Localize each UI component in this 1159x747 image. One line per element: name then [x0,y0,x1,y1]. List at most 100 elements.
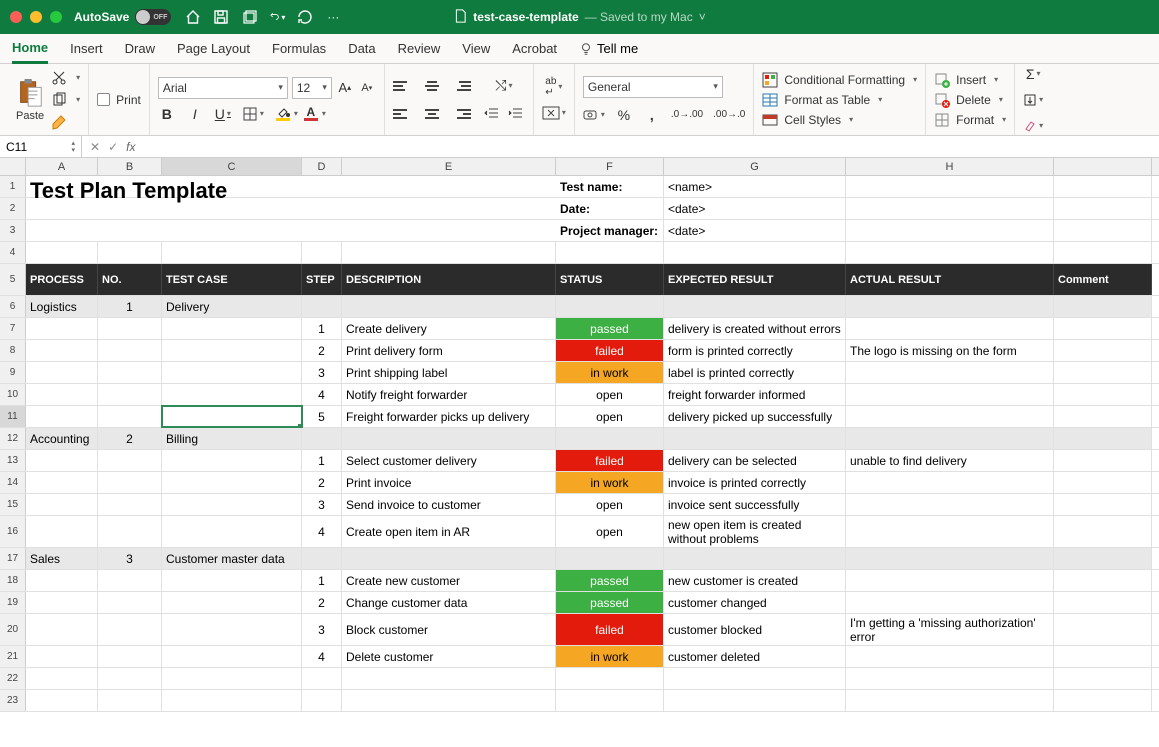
cell[interactable] [98,516,162,547]
row-4[interactable]: 4 [0,242,26,263]
save-icon[interactable] [213,9,229,25]
testcase-cell[interactable]: Delivery [162,296,302,317]
align-left-icon[interactable] [393,103,415,125]
format-as-table-button[interactable]: Format as Table▾ [762,92,917,108]
comment-cell[interactable] [1054,614,1152,645]
cell[interactable] [26,220,98,241]
cell[interactable] [846,428,1054,449]
cell[interactable] [846,548,1054,569]
cell[interactable] [846,690,1054,711]
cell[interactable] [302,668,342,689]
actual-cell[interactable] [846,384,1054,405]
cell[interactable] [556,242,664,263]
cell[interactable] [162,220,302,241]
minimize-window[interactable] [30,11,42,23]
cell[interactable]: Test name: [556,176,664,197]
cell[interactable] [98,614,162,645]
description-cell[interactable]: Delete customer [342,646,556,667]
actual-cell[interactable] [846,318,1054,339]
cell[interactable] [98,592,162,613]
cell[interactable]: Date: [556,198,664,219]
expected-cell[interactable]: new open item is created without problem… [664,516,846,547]
sheet-title[interactable]: Test Plan Template [30,178,227,204]
cell[interactable] [162,570,302,591]
actual-cell[interactable]: unable to find delivery [846,450,1054,471]
tab-insert[interactable]: Insert [70,35,103,62]
cell[interactable] [1054,220,1152,241]
cell[interactable] [664,428,846,449]
col-B[interactable]: B [98,158,162,175]
status-cell[interactable]: passed [556,592,664,613]
cell[interactable] [342,548,556,569]
cell[interactable] [26,384,98,405]
row-3[interactable]: 3 [0,220,26,241]
cell[interactable] [556,548,664,569]
cell[interactable] [162,450,302,471]
select-all-corner[interactable] [0,158,26,175]
col-I[interactable] [1054,158,1152,175]
step-cell[interactable]: 4 [302,384,342,405]
row-16[interactable]: 16 [0,516,26,547]
cell[interactable] [26,494,98,515]
testcase-cell[interactable]: Billing [162,428,302,449]
table-header[interactable]: Comment [1054,264,1152,295]
no-cell[interactable]: 1 [98,296,162,317]
row-19[interactable]: 19 [0,592,26,613]
table-header[interactable]: EXPECTED RESULT [664,264,846,295]
tab-view[interactable]: View [462,35,490,62]
expected-cell[interactable]: new customer is created [664,570,846,591]
cell[interactable] [342,220,556,241]
status-cell[interactable]: failed [556,614,664,645]
status-cell[interactable]: open [556,516,664,547]
cell[interactable]: <name> [664,176,846,197]
process-cell[interactable]: Sales [26,548,98,569]
autosum-icon[interactable]: Σ▾ [1023,65,1043,83]
step-cell[interactable]: 3 [302,494,342,515]
status-cell[interactable]: failed [556,340,664,361]
cell[interactable] [556,668,664,689]
cut-icon[interactable] [50,69,68,87]
cell[interactable] [162,362,302,383]
row-17[interactable]: 17 [0,548,26,569]
cell[interactable] [98,220,162,241]
cell[interactable] [98,318,162,339]
copy-dropdown[interactable]: ▾ [74,95,80,104]
table-header[interactable]: TEST CASE [162,264,302,295]
expected-cell[interactable]: label is printed correctly [664,362,846,383]
cell[interactable] [98,646,162,667]
status-cell[interactable]: passed [556,318,664,339]
step-cell[interactable]: 1 [302,450,342,471]
actual-cell[interactable] [846,406,1054,427]
format-cells-button[interactable]: Format▾ [934,112,1006,128]
table-header[interactable]: NO. [98,264,162,295]
cell[interactable] [664,548,846,569]
step-cell[interactable]: 3 [302,614,342,645]
description-cell[interactable]: Create delivery [342,318,556,339]
row-12[interactable]: 12 [0,428,26,449]
border-button[interactable]: ▾ [242,105,264,123]
row-8[interactable]: 8 [0,340,26,361]
cell[interactable] [26,472,98,493]
cell[interactable] [162,690,302,711]
cell[interactable] [556,428,664,449]
table-header[interactable]: DESCRIPTION [342,264,556,295]
cell[interactable] [1054,428,1152,449]
cell-styles-button[interactable]: Cell Styles▾ [762,112,917,128]
underline-button[interactable]: U▾ [214,105,232,123]
print-checkbox[interactable] [97,93,110,106]
cell[interactable] [162,668,302,689]
cell[interactable] [26,406,98,427]
col-H[interactable]: H [846,158,1054,175]
cell[interactable] [162,646,302,667]
cell[interactable] [162,494,302,515]
status-cell[interactable]: in work [556,362,664,383]
cell[interactable] [846,668,1054,689]
process-cell[interactable]: Accounting [26,428,98,449]
fill-icon[interactable]: ▾ [1023,91,1043,109]
description-cell[interactable]: Create open item in AR [342,516,556,547]
description-cell[interactable]: Print shipping label [342,362,556,383]
expected-cell[interactable]: delivery is created without errors [664,318,846,339]
cell[interactable] [26,340,98,361]
status-cell[interactable]: open [556,384,664,405]
cell[interactable] [162,516,302,547]
